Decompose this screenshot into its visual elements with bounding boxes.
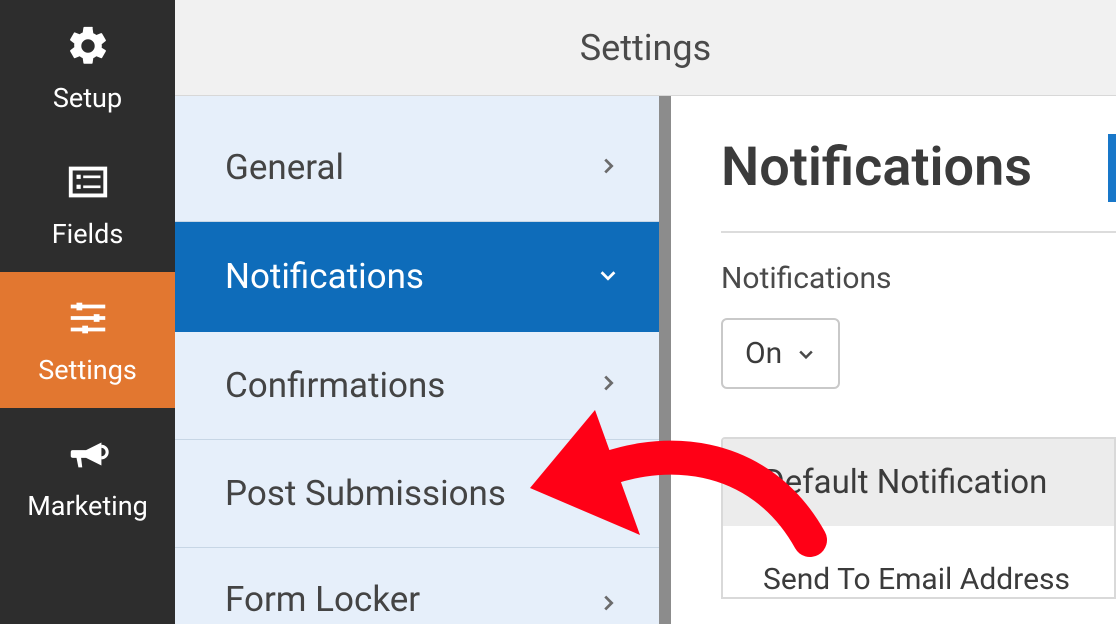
subnav-label: General — [225, 147, 344, 188]
send-to-label: Send To Email Address — [763, 562, 1074, 597]
sliders-icon — [62, 292, 114, 344]
chevron-right-icon — [597, 479, 619, 509]
top-bar: Settings — [175, 0, 1116, 96]
toggle-value: On — [745, 336, 782, 371]
subnav-label: Notifications — [225, 256, 424, 297]
primary-sidebar: Setup Fields Settings Marketing — [0, 0, 175, 624]
sidebar-item-label: Settings — [38, 354, 137, 386]
sidebar-item-label: Fields — [52, 218, 124, 250]
sidebar-item-settings[interactable]: Settings — [0, 272, 175, 408]
sidebar-item-marketing[interactable]: Marketing — [0, 408, 175, 544]
detail-title-row: Notifications — [721, 136, 1116, 199]
subnav-label: Confirmations — [225, 365, 445, 406]
detail-panel: Notifications Notifications On Default N… — [671, 96, 1116, 624]
toggle-label: Notifications — [721, 261, 1116, 296]
page-title: Settings — [580, 27, 711, 69]
subnav-item-form-locker[interactable]: Form Locker — [175, 548, 659, 624]
subnav-item-general[interactable]: General — [175, 114, 659, 222]
chevron-down-icon — [796, 344, 816, 364]
accent-bar — [1108, 134, 1116, 202]
default-notification-panel: Default Notification Send To Email Addre… — [721, 437, 1116, 599]
subnav-label: Form Locker — [225, 579, 420, 620]
subnav-item-notifications[interactable]: Notifications — [175, 222, 659, 332]
chevron-right-icon — [597, 370, 619, 400]
chevron-down-icon — [597, 262, 619, 292]
divider — [721, 231, 1116, 233]
app-root: Setup Fields Settings Marketing Settings — [0, 0, 1116, 624]
settings-subnav: General Notifications Confirmations — [175, 96, 671, 624]
panel-body: Send To Email Address — [723, 526, 1114, 597]
list-icon — [62, 156, 114, 208]
megaphone-icon — [62, 428, 114, 480]
sidebar-item-label: Marketing — [27, 490, 148, 522]
panel-header: Default Notification — [723, 439, 1114, 526]
content-row: General Notifications Confirmations — [175, 96, 1116, 624]
subnav-item-confirmations[interactable]: Confirmations — [175, 332, 659, 440]
sidebar-item-fields[interactable]: Fields — [0, 136, 175, 272]
detail-title: Notifications — [721, 136, 1032, 199]
main-area: Settings General Notifications — [175, 0, 1116, 624]
notifications-toggle-select[interactable]: On — [721, 318, 840, 389]
subnav-item-post-submissions[interactable]: Post Submissions — [175, 440, 659, 548]
gear-icon — [62, 20, 114, 72]
sidebar-item-setup[interactable]: Setup — [0, 0, 175, 136]
subnav-label: Post Submissions — [225, 473, 506, 514]
sidebar-item-label: Setup — [53, 82, 122, 114]
chevron-right-icon — [597, 590, 619, 620]
chevron-right-icon — [597, 153, 619, 183]
